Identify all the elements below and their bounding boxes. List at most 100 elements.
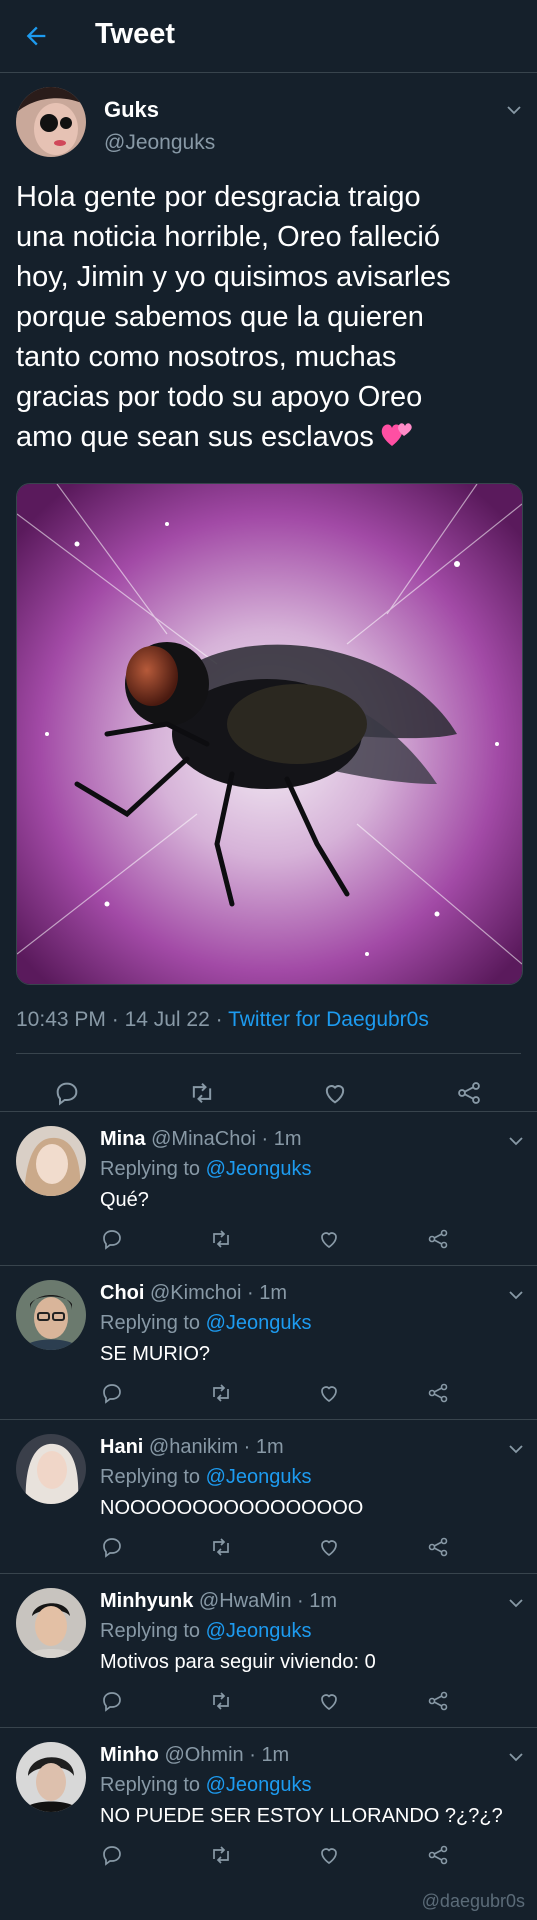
replying-to: Replying to @Jeonguks	[100, 1620, 312, 1643]
replying-to: Replying to @Jeonguks	[100, 1312, 312, 1335]
reply-icon[interactable]	[100, 1227, 124, 1251]
retweet-icon[interactable]	[209, 1689, 233, 1713]
back-arrow-icon[interactable]	[22, 22, 50, 50]
reply-item[interactable]: Mina @MinaChoi · 1m Replying to @Jeonguks…	[0, 1111, 537, 1266]
reply-time: 1m	[255, 1436, 284, 1458]
like-icon[interactable]	[317, 1843, 341, 1867]
reply-author-name[interactable]: Mina	[100, 1128, 146, 1150]
tweet-date: 14 Jul 22	[124, 1008, 210, 1031]
meta-separator: ·	[241, 1282, 260, 1304]
replying-handle[interactable]: @Jeonguks	[206, 1158, 312, 1180]
like-icon[interactable]	[317, 1227, 341, 1251]
reply-text: Qué?	[100, 1189, 149, 1211]
reply-author-handle[interactable]: @MinaChoi	[151, 1128, 256, 1150]
reply-header: Minho @Ohmin · 1m	[100, 1744, 289, 1767]
reply-item[interactable]: Hani @hanikim · 1m Replying to @Jeonguks N…	[0, 1419, 537, 1574]
replying-handle[interactable]: @Jeonguks	[206, 1774, 312, 1796]
reply-author-name[interactable]: Choi	[100, 1282, 144, 1304]
share-icon[interactable]	[426, 1381, 450, 1405]
reply-item[interactable]: Minhyunk @HwaMin · 1m Replying to @Jeongu…	[0, 1573, 537, 1728]
reply-time: 1m	[261, 1744, 290, 1766]
share-icon[interactable]	[426, 1535, 450, 1559]
replying-prefix: Replying to	[100, 1774, 201, 1796]
tweet-text: Hola gente por desgracia traigo una noti…	[16, 177, 521, 457]
share-icon[interactable]	[455, 1079, 483, 1107]
reply-text: NOOOOOOOOOOOOOOOO	[100, 1497, 364, 1519]
reply-author-handle[interactable]: @HwaMin	[199, 1590, 292, 1612]
author-name[interactable]: Guks	[104, 97, 159, 123]
meta-separator: ·	[215, 1008, 229, 1031]
like-icon[interactable]	[317, 1535, 341, 1559]
reply-item[interactable]: Minho @Ohmin · 1m Replying to @Jeonguks NO…	[0, 1727, 537, 1882]
meta-separator: ·	[238, 1436, 256, 1458]
reply-author-name[interactable]: Minhyunk	[100, 1590, 193, 1612]
reply-header: Choi @Kimchoi · 1m	[100, 1282, 287, 1305]
tweet-time: 10:43 PM	[16, 1008, 106, 1031]
retweet-icon[interactable]	[209, 1535, 233, 1559]
replying-prefix: Replying to	[100, 1620, 201, 1642]
tweet-meta: 10:43 PM · 14 Jul 22 · Twitter for Daegu…	[16, 1008, 429, 1032]
chevron-down-icon[interactable]	[507, 1594, 525, 1612]
like-icon[interactable]	[317, 1689, 341, 1713]
like-icon[interactable]	[321, 1079, 349, 1107]
share-icon[interactable]	[426, 1689, 450, 1713]
avatar[interactable]	[16, 1280, 86, 1350]
divider	[16, 1053, 521, 1054]
meta-separator: ·	[255, 1128, 274, 1150]
reply-author-handle[interactable]: @Ohmin	[164, 1744, 243, 1766]
reply-icon[interactable]	[100, 1535, 124, 1559]
meta-separator: ·	[111, 1008, 125, 1031]
chevron-down-icon[interactable]	[505, 101, 523, 119]
retweet-icon[interactable]	[209, 1843, 233, 1867]
retweet-icon[interactable]	[209, 1227, 233, 1251]
reply-item[interactable]: Choi @Kimchoi · 1m Replying to @Jeonguks S…	[0, 1265, 537, 1420]
chevron-down-icon[interactable]	[507, 1132, 525, 1150]
chevron-down-icon[interactable]	[507, 1440, 525, 1458]
meta-separator: ·	[243, 1744, 262, 1766]
reply-time: 1m	[273, 1128, 302, 1150]
reply-header: Hani @hanikim · 1m	[100, 1436, 284, 1459]
replying-prefix: Replying to	[100, 1158, 201, 1180]
reply-text: SE MURIO?	[100, 1343, 211, 1365]
replying-handle[interactable]: @Jeonguks	[206, 1466, 312, 1488]
replying-to: Replying to @Jeonguks	[100, 1774, 312, 1797]
avatar[interactable]	[16, 1434, 86, 1504]
avatar[interactable]	[16, 1126, 86, 1196]
retweet-icon[interactable]	[188, 1079, 216, 1107]
top-bar: Tweet	[0, 0, 537, 73]
reply-icon[interactable]	[100, 1381, 124, 1405]
meta-separator: ·	[291, 1590, 310, 1612]
author-avatar[interactable]	[16, 87, 86, 157]
two-hearts-emoji-icon	[380, 420, 414, 450]
tweet-source[interactable]: Twitter for Daegubr0s	[228, 1008, 429, 1031]
tweet-photo[interactable]	[16, 483, 523, 985]
reply-time: 1m	[309, 1590, 338, 1612]
replying-prefix: Replying to	[100, 1466, 201, 1488]
share-icon[interactable]	[426, 1843, 450, 1867]
reply-icon[interactable]	[100, 1843, 124, 1867]
reply-author-handle[interactable]: @hanikim	[149, 1436, 238, 1458]
avatar[interactable]	[16, 1588, 86, 1658]
replying-to: Replying to @Jeonguks	[100, 1466, 312, 1489]
avatar[interactable]	[16, 1742, 86, 1812]
reply-header: Minhyunk @HwaMin · 1m	[100, 1590, 337, 1613]
reply-text: Motivos para seguir viviendo: 0	[100, 1651, 376, 1673]
replying-handle[interactable]: @Jeonguks	[206, 1312, 312, 1334]
reply-icon[interactable]	[100, 1689, 124, 1713]
retweet-icon[interactable]	[209, 1381, 233, 1405]
reply-author-handle[interactable]: @Kimchoi	[150, 1282, 241, 1304]
chevron-down-icon[interactable]	[507, 1748, 525, 1766]
reply-author-name[interactable]: Minho	[100, 1744, 159, 1766]
watermark: @daegubr0s	[421, 1891, 525, 1911]
reply-icon[interactable]	[53, 1079, 81, 1107]
replying-handle[interactable]: @Jeonguks	[206, 1620, 312, 1642]
replying-to: Replying to @Jeonguks	[100, 1158, 312, 1181]
chevron-down-icon[interactable]	[507, 1286, 525, 1304]
reply-text: NO PUEDE SER ESTOY LLORANDO ?¿?¿?	[100, 1805, 503, 1827]
reply-author-name[interactable]: Hani	[100, 1436, 143, 1458]
author-handle[interactable]: @Jeonguks	[104, 131, 215, 155]
replying-prefix: Replying to	[100, 1312, 201, 1334]
share-icon[interactable]	[426, 1227, 450, 1251]
reply-header: Mina @MinaChoi · 1m	[100, 1128, 302, 1151]
like-icon[interactable]	[317, 1381, 341, 1405]
